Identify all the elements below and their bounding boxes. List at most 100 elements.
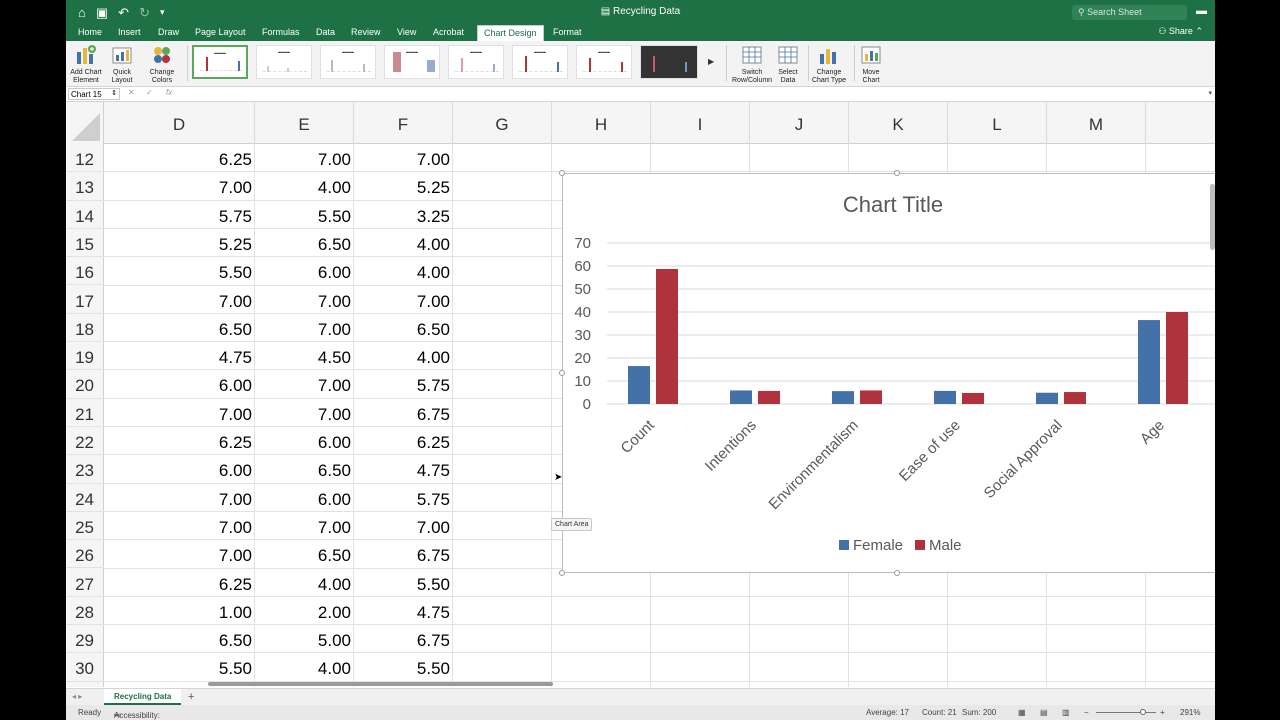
cell-f13[interactable]: 5.25 — [354, 172, 453, 200]
row-header[interactable]: 22 — [66, 427, 104, 456]
row-header[interactable]: 18 — [66, 314, 104, 343]
column-header-d[interactable]: D — [104, 102, 255, 144]
cell-f15[interactable]: 4.00 — [354, 229, 453, 257]
row-header[interactable]: 26 — [66, 540, 104, 569]
tab-draw[interactable]: Draw — [152, 25, 185, 41]
cell-f25[interactable]: 7.00 — [354, 512, 453, 540]
tab-home[interactable]: Home — [72, 25, 108, 41]
row-header[interactable]: 12 — [66, 144, 104, 173]
cell-f19[interactable]: 4.00 — [354, 342, 453, 370]
cell-e30[interactable]: 4.00 — [255, 653, 354, 681]
row-header[interactable]: 13 — [66, 172, 104, 201]
cell-d23[interactable]: 6.00 — [104, 455, 255, 483]
chart-style-2[interactable]: ▬▬▬ — [256, 45, 312, 79]
cell-d19[interactable]: 4.75 — [104, 342, 255, 370]
cell-d26[interactable]: 7.00 — [104, 540, 255, 568]
row-header[interactable]: 25 — [66, 512, 104, 541]
column-header-i[interactable]: I — [651, 102, 750, 144]
chart-style-4[interactable]: ▬▬▬ — [384, 45, 440, 79]
cell-e26[interactable]: 6.50 — [255, 540, 354, 568]
switch-row-column-button[interactable]: Switch Row/Column — [732, 44, 772, 85]
cell-e15[interactable]: 6.50 — [255, 229, 354, 257]
chart-area[interactable]: Chart Title 0 10 20 30 40 50 60 70 Count Intention… — [562, 173, 1215, 573]
cell-f22[interactable]: 6.25 — [354, 427, 453, 455]
cell-e16[interactable]: 6.00 — [255, 257, 354, 285]
vertical-scrollbar[interactable] — [1210, 184, 1215, 250]
ribbon-collapse-icon[interactable]: ▬ — [1196, 5, 1207, 17]
row-header[interactable]: 17 — [66, 286, 104, 314]
zoom-slider-thumb[interactable] — [1140, 709, 1146, 715]
tab-chart-design[interactable]: Chart Design — [477, 25, 544, 41]
cell-d22[interactable]: 6.25 — [104, 427, 255, 455]
cell-e17[interactable]: 7.00 — [255, 286, 354, 314]
cell-d27[interactable]: 6.25 — [104, 569, 255, 597]
quick-layout-button[interactable]: Quick Layout — [102, 44, 142, 85]
resize-handle[interactable] — [559, 570, 565, 576]
chart-style-7[interactable]: ▬▬▬ — [576, 45, 632, 79]
resize-handle[interactable] — [559, 370, 565, 376]
row-header[interactable]: 27 — [66, 569, 104, 597]
tab-review[interactable]: Review — [345, 25, 387, 41]
column-header-m[interactable]: M — [1047, 102, 1146, 144]
select-all-button[interactable] — [66, 102, 104, 144]
row-header[interactable]: 24 — [66, 484, 104, 512]
cell-e21[interactable]: 7.00 — [255, 399, 354, 427]
cell-d17[interactable]: 7.00 — [104, 286, 255, 314]
column-header-f[interactable]: F — [354, 102, 453, 144]
cell-f16[interactable]: 4.00 — [354, 257, 453, 285]
zoom-in-icon[interactable]: + — [1160, 708, 1165, 717]
cell-e29[interactable]: 5.00 — [255, 625, 354, 653]
gallery-next-icon[interactable]: ▶ — [708, 57, 714, 66]
page-break-view-icon[interactable]: ▥ — [1062, 708, 1070, 717]
add-chart-element-button[interactable]: Add Chart Element — [66, 44, 106, 85]
cell-d16[interactable]: 5.50 — [104, 257, 255, 285]
name-box[interactable]: Chart 15 ⇕ — [68, 88, 120, 100]
search-sheet-input[interactable]: ⚲ Search Sheet — [1072, 5, 1187, 20]
tab-acrobat[interactable]: Acrobat — [427, 25, 470, 41]
row-header[interactable]: 23 — [66, 455, 104, 484]
cell-d13[interactable]: 7.00 — [104, 172, 255, 200]
cell-f30[interactable]: 5.50 — [354, 653, 453, 681]
cell-f24[interactable]: 5.75 — [354, 484, 453, 512]
column-header-e[interactable]: E — [255, 102, 354, 144]
column-header-j[interactable]: J — [750, 102, 849, 144]
cell-d20[interactable]: 6.00 — [104, 370, 255, 398]
cell-e24[interactable]: 6.00 — [255, 484, 354, 512]
chart-style-6[interactable]: ▬▬▬ — [512, 45, 568, 79]
tab-formulas[interactable]: Formulas — [256, 25, 306, 41]
row-header[interactable]: 16 — [66, 257, 104, 286]
row-header[interactable]: 28 — [66, 597, 104, 626]
row-header[interactable]: 15 — [66, 229, 104, 258]
row-header[interactable]: 21 — [66, 399, 104, 427]
cell-f27[interactable]: 5.50 — [354, 569, 453, 597]
cell-f12[interactable]: 7.00 — [354, 144, 453, 172]
tab-page-layout[interactable]: Page Layout — [189, 25, 252, 41]
row-header[interactable]: 30 — [66, 653, 104, 682]
row-header[interactable]: 19 — [66, 342, 104, 371]
cell-e14[interactable]: 5.50 — [255, 201, 354, 229]
cell-e23[interactable]: 6.50 — [255, 455, 354, 483]
cell-f20[interactable]: 5.75 — [354, 370, 453, 398]
page-layout-view-icon[interactable]: ▤ — [1040, 708, 1048, 717]
resize-handle[interactable] — [894, 570, 900, 576]
cell-e18[interactable]: 7.00 — [255, 314, 354, 342]
cell-f23[interactable]: 4.75 — [354, 455, 453, 483]
tab-view[interactable]: View — [391, 25, 422, 41]
row-header[interactable]: 14 — [66, 201, 104, 229]
cell-e25[interactable]: 7.00 — [255, 512, 354, 540]
resize-handle[interactable] — [559, 170, 565, 176]
chart-style-8[interactable] — [640, 45, 698, 79]
cell-d12[interactable]: 6.25 — [104, 144, 255, 172]
select-data-button[interactable]: Select Data — [768, 44, 808, 85]
expand-formula-icon[interactable]: ▾ — [1208, 89, 1212, 97]
cell-f28[interactable]: 4.75 — [354, 597, 453, 625]
zoom-level[interactable]: 291% — [1180, 708, 1200, 717]
cell-e27[interactable]: 4.00 — [255, 569, 354, 597]
normal-view-icon[interactable]: ▦ — [1018, 708, 1026, 717]
change-colors-button[interactable]: Change Colors — [142, 44, 182, 85]
column-header-h[interactable]: H — [552, 102, 651, 144]
cell-e12[interactable]: 7.00 — [255, 144, 354, 172]
cell-e28[interactable]: 2.00 — [255, 597, 354, 625]
chart-style-5[interactable]: ▬▬▬ — [448, 45, 504, 79]
cell-d24[interactable]: 7.00 — [104, 484, 255, 512]
